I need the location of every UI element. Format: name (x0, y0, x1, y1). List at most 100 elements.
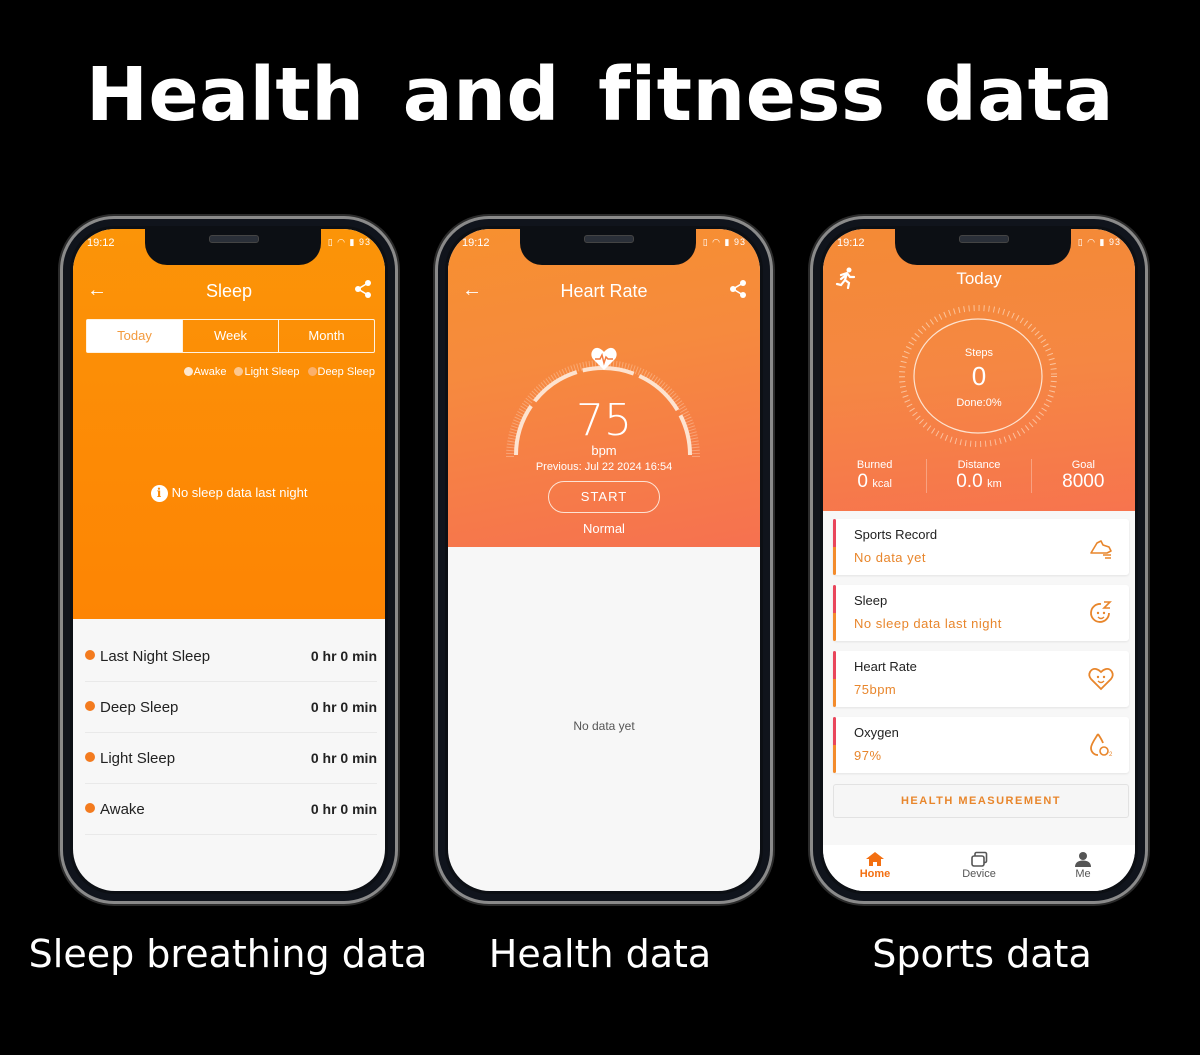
status-bar: 19:12 ▯ ◠ ▮ 93 (87, 237, 371, 253)
row-value: 0 hr 0 min (310, 801, 377, 817)
card-subtitle: No data yet (854, 550, 926, 565)
sleep-legend: Awake Light Sleep Deep Sleep (183, 366, 376, 378)
card-subtitle: 97% (854, 748, 882, 763)
battery-level: 93 (1108, 237, 1121, 247)
row-label: Awake (85, 801, 145, 818)
tab-week[interactable]: Week (182, 320, 278, 352)
battery-level: 93 (733, 237, 746, 247)
status-time: 19:12 (837, 237, 865, 249)
card-title: Heart Rate (854, 659, 917, 674)
bottom-tab-bar: Home Device Me (823, 845, 1135, 891)
legend-dot (183, 367, 193, 376)
legend-label: Awake (193, 366, 227, 378)
legend-label: Light Sleep (244, 366, 300, 378)
shoe-icon (1090, 540, 1112, 559)
stat-burned: Burned 0 kcal (823, 459, 926, 493)
legend-dot (234, 367, 244, 376)
card-title: Oxygen (854, 725, 899, 740)
stat-value: 0 (857, 471, 868, 492)
tab-month[interactable]: Month (278, 320, 374, 352)
heart-rate-unit: bpm (591, 443, 617, 458)
stat-goal: Goal 8000 (1030, 459, 1135, 493)
heart-rate-screen: 19:12 ▯ ◠ ▮ 93 ← Heart Rate 75 bpm Previ… (448, 229, 760, 891)
row-label: Last Night Sleep (85, 648, 210, 665)
activity-stats: Burned 0 kcal Distance 0.0 km Goal 8000 (823, 459, 1135, 493)
page-headline: Health and fitness data (86, 52, 1114, 138)
stat-label: Burned (856, 459, 893, 471)
caption-health: Health data (488, 932, 712, 976)
screen-title: Heart Rate (560, 281, 648, 301)
tab-device[interactable]: Device (927, 845, 1031, 891)
legend-label: Deep Sleep (317, 366, 376, 378)
row-value: 0 hr 0 min (310, 750, 377, 766)
status-icons: ▯ ◠ ▮ 93 (702, 237, 746, 247)
tab-label: Device (962, 868, 996, 880)
stat-value: 8000 (1062, 471, 1105, 492)
health-measurement-button[interactable]: HEALTH MEASUREMENT (833, 784, 1129, 818)
period-tabs: Today Week Month (86, 319, 375, 353)
sleep-summary-list: Last Night Sleep 0 hr 0 min Deep Sleep 0 h… (85, 631, 377, 835)
svg-text:2: 2 (1109, 752, 1113, 758)
battery-level: 93 (358, 237, 371, 247)
legend-dot (307, 367, 317, 376)
share-icon[interactable] (728, 279, 748, 299)
row-label: Light Sleep (85, 750, 175, 767)
tab-label: Me (1075, 868, 1091, 880)
sleep-screen: 19:12 ▯ ◠ ▮ 93 ← Sleep Today Week Month … (73, 229, 385, 891)
caption-sleep: Sleep breathing data (28, 932, 428, 976)
previous-measurement: Previous: Jul 22 2024 16:54 (535, 461, 673, 473)
oxygen-drop-icon: 2 (1090, 733, 1113, 758)
tab-home[interactable]: Home (823, 845, 927, 891)
heart-face-icon (1088, 668, 1114, 691)
home-icon (866, 852, 884, 866)
card-title: Sports Record (854, 527, 938, 542)
stat-value: 0.0 (956, 471, 983, 492)
status-icons: ▯ ◠ ▮ 93 (1077, 237, 1121, 247)
screen-title: Sleep (205, 281, 253, 301)
stat-unit: kcal (872, 478, 892, 490)
status-bar: 19:12 ▯ ◠ ▮ 93 (837, 237, 1121, 253)
steps-value: 0 (971, 361, 987, 391)
list-item: Deep Sleep 0 hr 0 min (85, 682, 377, 733)
health-cards: Sports Record No data yet Sleep No sleep… (833, 519, 1129, 783)
stat-distance: Distance 0.0 km (926, 459, 1030, 493)
card-title: Sleep (854, 593, 888, 608)
phone-sports: 19:12 ▯ ◠ ▮ 93 Today Steps 0 Done:0% Bur… (810, 216, 1148, 904)
legend-item: Awake (183, 366, 227, 378)
card-subtitle: No sleep data last night (854, 616, 1002, 631)
tab-today[interactable]: Today (87, 320, 182, 352)
tab-me[interactable]: Me (1031, 845, 1135, 891)
caption-sports: Sports data (872, 932, 1092, 976)
phone-sleep: 19:12 ▯ ◠ ▮ 93 ← Sleep Today Week Month … (60, 216, 398, 904)
empty-message: No sleep data last night (171, 485, 308, 500)
row-value: 0 hr 0 min (310, 648, 377, 664)
stat-label: Distance (957, 459, 1001, 471)
status-time: 19:12 (87, 237, 115, 249)
card-subtitle: 75bpm (854, 682, 897, 697)
card-heart-rate[interactable]: Heart Rate 75bpm (833, 651, 1129, 707)
share-icon[interactable] (353, 279, 373, 299)
steps-label: Steps (964, 347, 994, 359)
status-icons: ▯ ◠ ▮ 93 (327, 237, 371, 247)
info-icon: i (150, 485, 168, 502)
heart-rate-value: 75 (576, 395, 632, 446)
legend-item: Deep Sleep (307, 366, 376, 378)
list-item: Awake 0 hr 0 min (85, 784, 377, 835)
phone-heart-rate: 19:12 ▯ ◠ ▮ 93 ← Heart Rate 75 bpm Previ… (435, 216, 773, 904)
stat-label: Goal (1071, 459, 1095, 471)
status-bar: 19:12 ▯ ◠ ▮ 93 (462, 237, 746, 253)
card-oxygen[interactable]: Oxygen 97% 2 (833, 717, 1129, 773)
tab-label: Home (859, 868, 891, 880)
device-icon (971, 851, 988, 867)
screen-title: Today (956, 269, 1002, 288)
start-button[interactable]: START (548, 481, 660, 513)
card-sports-record[interactable]: Sports Record No data yet (833, 519, 1129, 575)
card-sleep[interactable]: Sleep No sleep data last night (833, 585, 1129, 641)
status-time: 19:12 (462, 237, 490, 249)
empty-state: i No sleep data last night (73, 485, 385, 502)
heart-pulse-icon (448, 347, 760, 376)
legend-item: Light Sleep (234, 366, 300, 378)
list-item: Last Night Sleep 0 hr 0 min (85, 631, 377, 682)
sleep-face-icon (1090, 601, 1112, 623)
sports-screen: 19:12 ▯ ◠ ▮ 93 Today Steps 0 Done:0% Bur… (823, 229, 1135, 891)
